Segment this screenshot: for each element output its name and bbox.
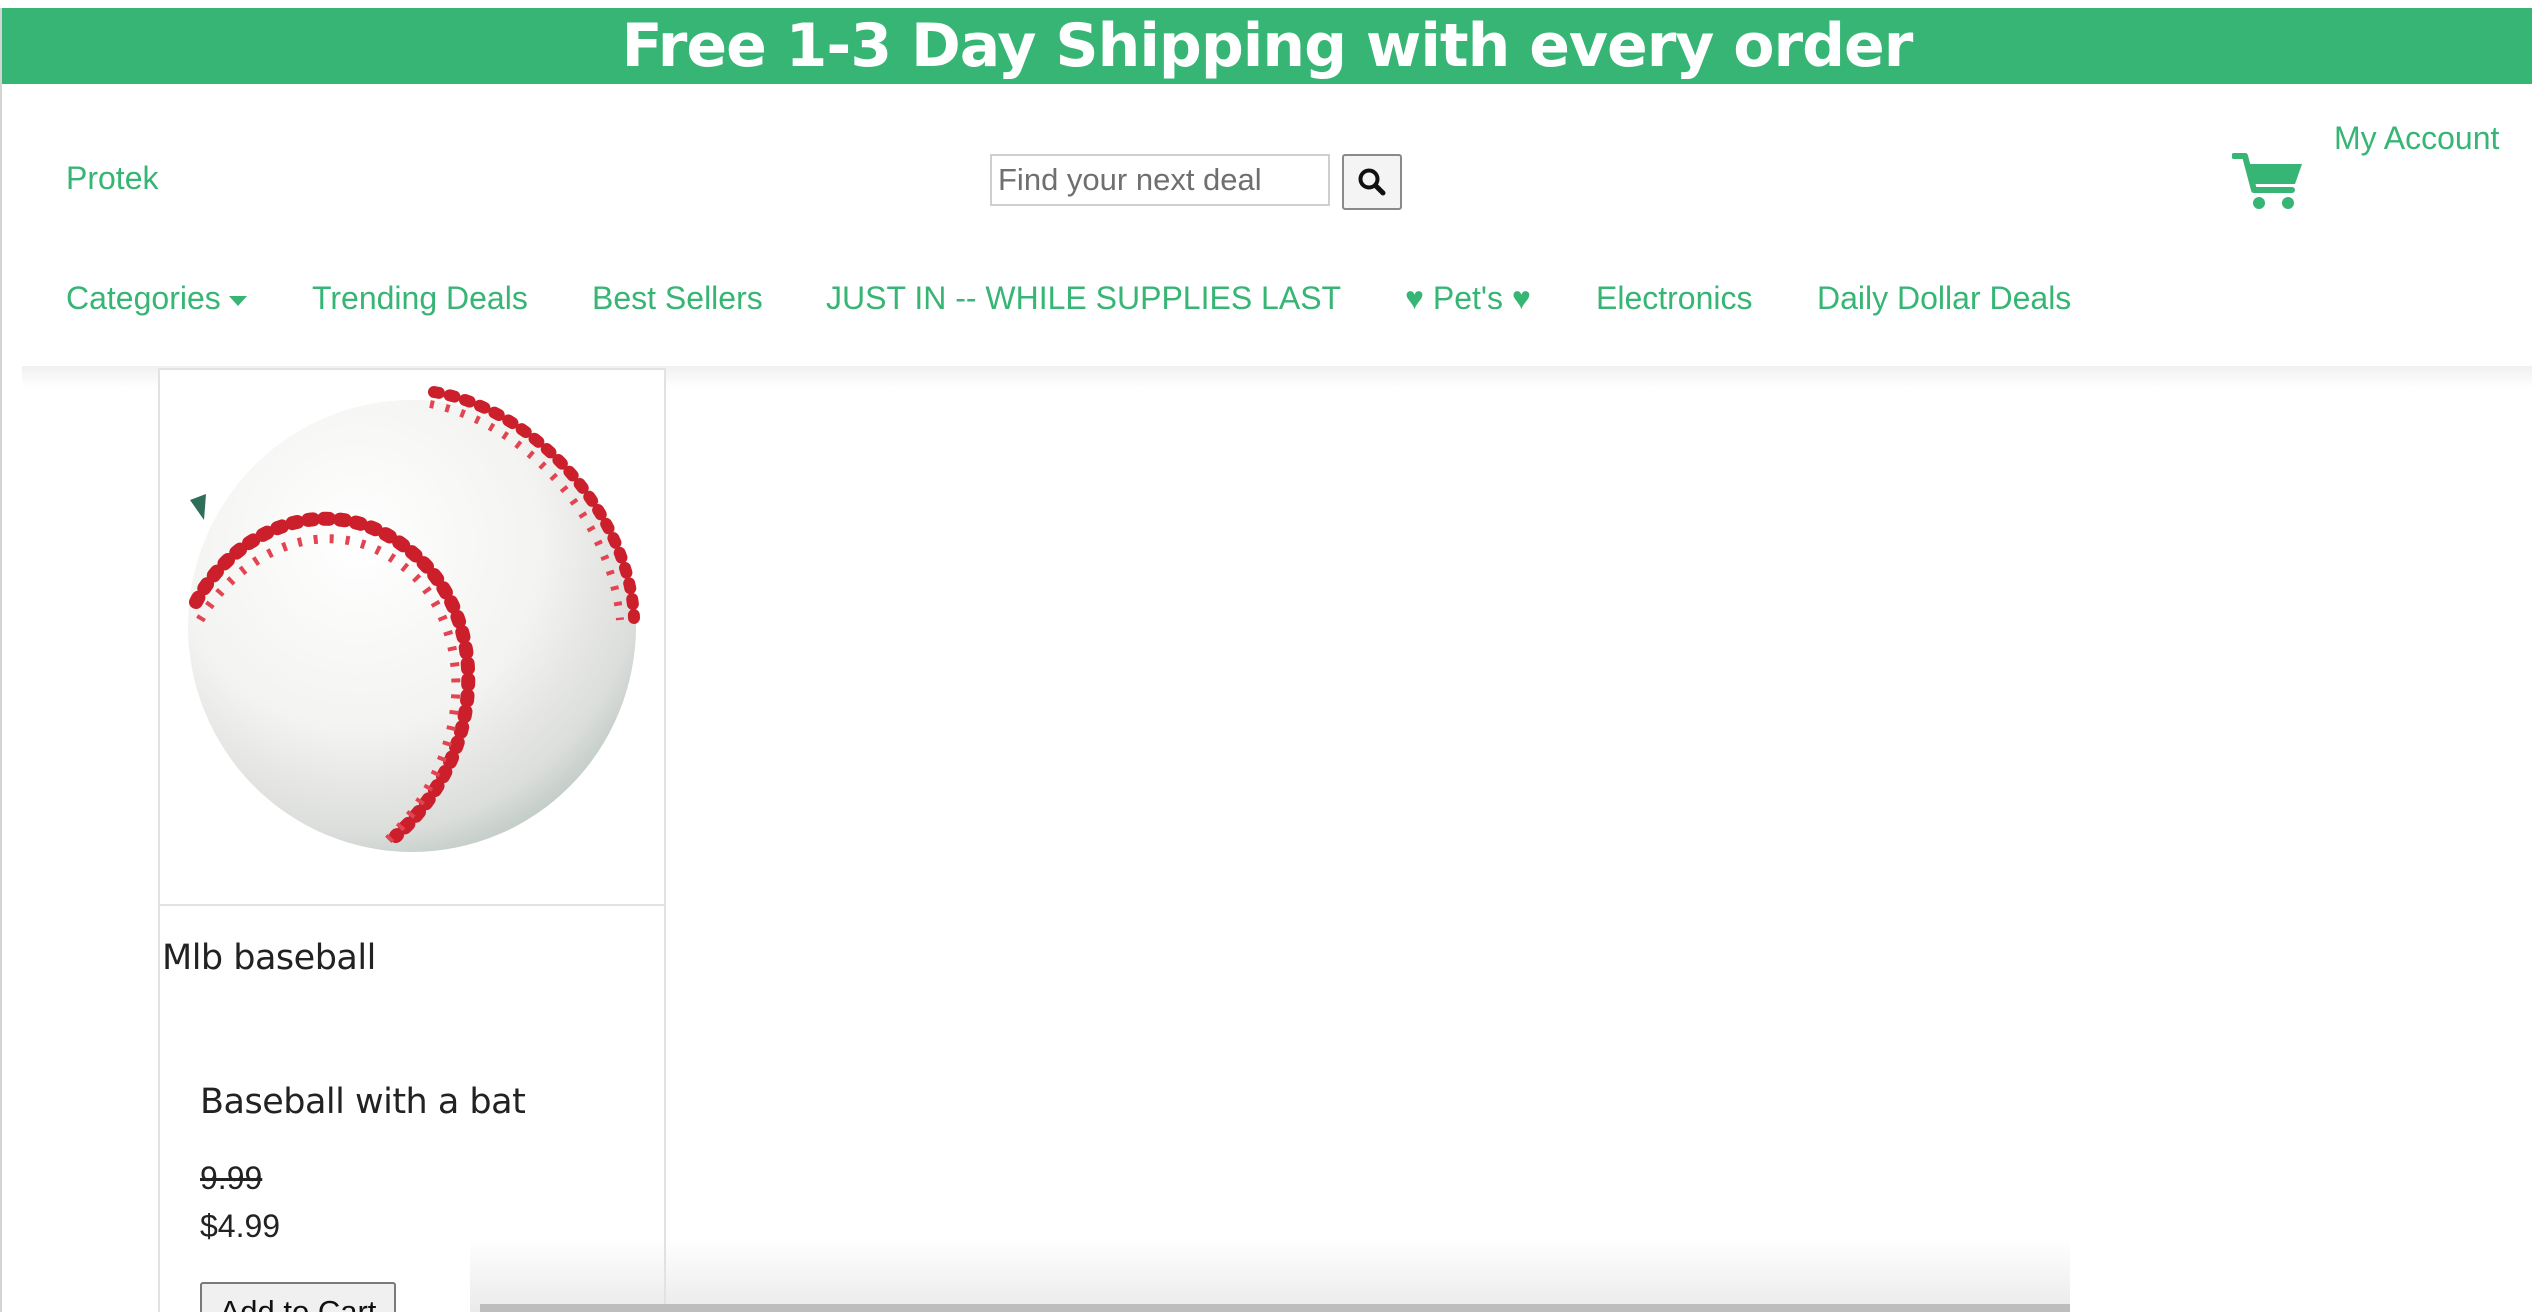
add-to-cart-button[interactable]: Add to Cart	[200, 1282, 396, 1312]
nav-pets[interactable]: ♥ Pet's ♥	[1405, 280, 1531, 317]
cart-icon[interactable]	[2232, 150, 2304, 212]
original-price: 9.99	[200, 1160, 263, 1196]
nav-best-sellers[interactable]: Best Sellers	[592, 280, 763, 317]
shipping-banner: Free 1-3 Day Shipping with every order	[2, 8, 2532, 84]
product-image[interactable]	[160, 370, 664, 906]
product-card: Mlb baseball Baseball with a bat 9.99 $4…	[158, 368, 666, 1312]
search-input[interactable]	[990, 154, 1330, 206]
nav-electronics[interactable]: Electronics	[1596, 280, 1753, 317]
sale-price: $4.99	[200, 1208, 281, 1244]
window-left-border	[0, 0, 2, 1312]
baseball-image	[188, 386, 640, 852]
brand-link[interactable]: Protek	[66, 160, 158, 197]
product-description: Baseball with a bat	[200, 1082, 526, 1122]
nav-label: Categories	[66, 280, 221, 316]
nav-daily-dollar-deals[interactable]: Daily Dollar Deals	[1817, 280, 2071, 317]
product-title[interactable]: Mlb baseball	[162, 938, 376, 978]
bottom-bar	[480, 1304, 2070, 1312]
nav-categories[interactable]: Categories	[66, 280, 247, 317]
search-icon	[1358, 168, 1386, 196]
bottom-fade-overlay	[470, 1238, 2070, 1312]
my-account-link[interactable]: My Account	[2334, 120, 2499, 157]
nav-trending-deals[interactable]: Trending Deals	[312, 280, 528, 317]
top-strip	[0, 0, 2532, 8]
caret-down-icon	[228, 295, 247, 306]
nav-just-in[interactable]: JUST IN -- WHILE SUPPLIES LAST	[826, 280, 1341, 317]
search-button[interactable]	[1342, 154, 1402, 210]
